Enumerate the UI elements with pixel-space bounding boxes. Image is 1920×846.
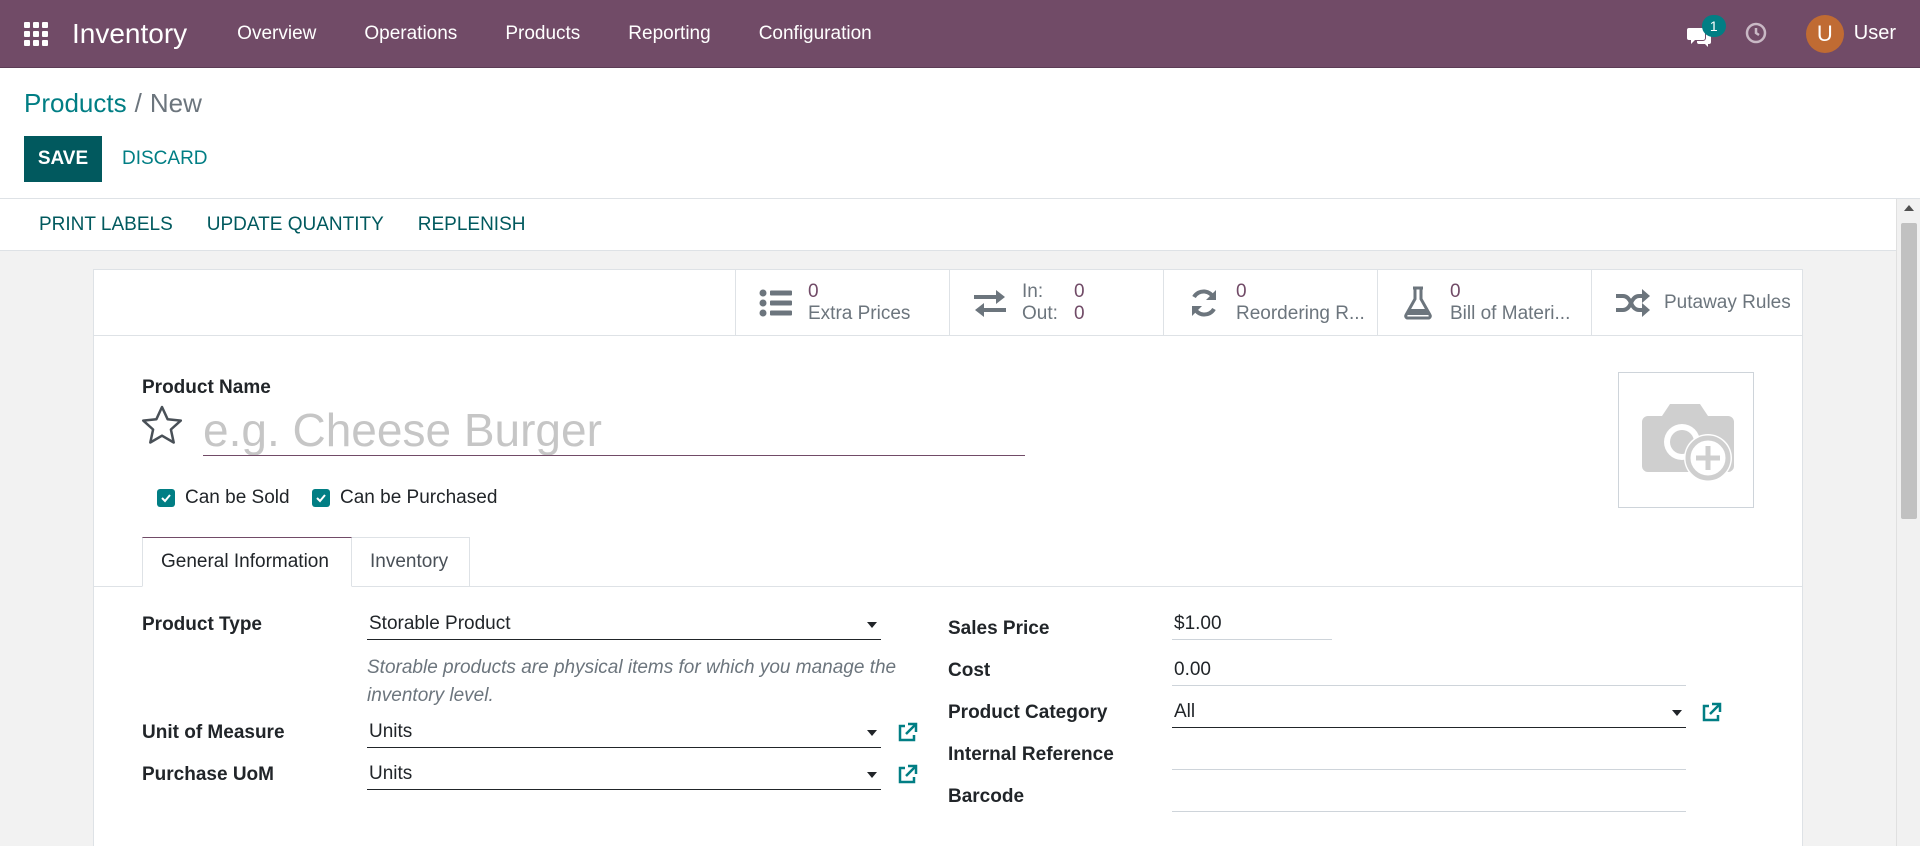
scrollbar-thumb[interactable] (1901, 223, 1917, 519)
breadcrumb-products-link[interactable]: Products (24, 88, 127, 118)
can-be-purchased-checkbox-row[interactable]: Can be Purchased (312, 487, 497, 509)
can-be-purchased-checkbox[interactable] (312, 489, 330, 507)
discard-button[interactable]: DISCARD (122, 136, 208, 182)
breadcrumb: Products / New (24, 88, 202, 119)
control-panel: Products / New SAVE DISCARD (0, 68, 1920, 199)
breadcrumb-current: New (149, 88, 202, 118)
putaway-label: Putaway Rules (1664, 291, 1791, 313)
camera-plus-icon (1642, 404, 1734, 482)
bom-count: 0 (1450, 280, 1461, 302)
internal-reference-input[interactable] (1172, 740, 1686, 770)
product-name-label: Product Name (142, 377, 271, 398)
barcode-label: Barcode (948, 786, 1025, 807)
check-icon (316, 494, 326, 503)
sales-price-label: Sales Price (948, 618, 1050, 639)
internal-reference-label: Internal Reference (948, 744, 1114, 765)
can-be-sold-label: Can be Sold (185, 487, 290, 508)
reordering-rules-smart-button[interactable]: 0 Reordering R... (1163, 270, 1377, 335)
chat-count-badge: 1 (1701, 14, 1726, 37)
extra-prices-label: Extra Prices (808, 302, 911, 324)
user-avatar[interactable]: U (1805, 14, 1844, 53)
menu-configuration[interactable]: Configuration (735, 23, 896, 45)
out-label: Out: (1022, 302, 1058, 324)
activity-button[interactable] (1744, 21, 1770, 47)
can-be-sold-checkbox-row[interactable]: Can be Sold (157, 487, 290, 509)
extra-prices-count: 0 (808, 280, 819, 302)
form-action-bar: PRINT LABELS UPDATE QUANTITY REPLENISH (0, 199, 1896, 251)
update-quantity-button[interactable]: UPDATE QUANTITY (207, 214, 384, 236)
apps-menu-icon[interactable] (22, 20, 50, 48)
unit-of-measure-select[interactable]: Units (367, 718, 881, 748)
purchase-uom-label: Purchase UoM (142, 764, 274, 785)
in-label: In: (1022, 280, 1044, 302)
print-labels-button[interactable]: PRINT LABELS (39, 214, 173, 236)
refresh-icon (1184, 283, 1224, 323)
sales-price-input[interactable]: $1.00 (1172, 610, 1332, 640)
external-link-icon[interactable] (1700, 702, 1722, 724)
messaging-button[interactable]: 1 (1686, 14, 1726, 49)
chevron-down-icon (867, 622, 877, 628)
product-type-help-text: Storable products are physical items for… (367, 657, 897, 706)
flask-icon (1398, 283, 1438, 323)
menu-reporting[interactable]: Reporting (604, 23, 734, 45)
unit-of-measure-label: Unit of Measure (142, 722, 285, 743)
product-type-label: Product Type (142, 614, 262, 635)
purchase-uom-select[interactable]: Units (367, 760, 881, 790)
tab-inventory[interactable]: Inventory (352, 537, 470, 587)
tab-general-information[interactable]: General Information (142, 537, 352, 587)
can-be-purchased-label: Can be Purchased (340, 487, 498, 508)
check-icon (161, 494, 171, 503)
cost-input[interactable]: 0.00 (1172, 656, 1686, 686)
reordering-label: Reordering R... (1236, 302, 1365, 324)
can-be-sold-checkbox[interactable] (157, 489, 175, 507)
chevron-down-icon (867, 730, 877, 736)
breadcrumb-separator: / (134, 88, 142, 118)
chevron-down-icon (867, 772, 877, 778)
bill-of-materials-smart-button[interactable]: 0 Bill of Materi... (1377, 270, 1591, 335)
random-icon (1612, 283, 1652, 323)
external-link-icon[interactable] (896, 764, 918, 786)
product-image-upload[interactable] (1618, 372, 1754, 508)
bom-label: Bill of Materi... (1450, 302, 1571, 324)
barcode-input[interactable] (1172, 782, 1686, 812)
unit-of-measure-value: Units (369, 721, 413, 742)
top-navbar: Inventory Overview Operations Products R… (0, 0, 1920, 68)
purchase-uom-value: Units (369, 763, 413, 784)
menu-products[interactable]: Products (481, 23, 604, 45)
out-count: 0 (1074, 302, 1085, 324)
user-name[interactable]: User (1854, 22, 1896, 45)
in-count: 0 (1074, 280, 1085, 302)
menu-overview[interactable]: Overview (213, 23, 340, 45)
chevron-down-icon (1672, 710, 1682, 716)
reordering-count: 0 (1236, 280, 1247, 302)
page-scrollbar[interactable] (1896, 199, 1920, 846)
menu-operations[interactable]: Operations (340, 23, 481, 45)
scroll-up-arrow-icon[interactable] (1904, 205, 1914, 211)
star-icon[interactable] (140, 404, 184, 448)
extra-prices-smart-button[interactable]: 0 Extra Prices (735, 270, 949, 335)
putaway-rules-smart-button[interactable]: Putaway Rules (1591, 270, 1805, 335)
exchange-icon (970, 283, 1010, 323)
product-category-select[interactable]: All (1172, 698, 1686, 728)
product-category-value: All (1174, 701, 1196, 722)
product-name-input[interactable] (203, 404, 1025, 456)
product-type-select[interactable]: Storable Product (367, 610, 881, 640)
replenish-button[interactable]: REPLENISH (418, 214, 526, 236)
external-link-icon[interactable] (896, 722, 918, 744)
product-type-value: Storable Product (369, 613, 511, 634)
product-category-label: Product Category (948, 702, 1108, 723)
smart-buttons-row: 0 Extra Prices In: 0 Out: 0 0 Reordering… (94, 270, 1802, 336)
clock-icon (1745, 22, 1767, 43)
cost-label: Cost (948, 660, 991, 681)
save-button[interactable]: SAVE (24, 136, 102, 182)
in-out-smart-button[interactable]: In: 0 Out: 0 (949, 270, 1163, 335)
form-sheet: 0 Extra Prices In: 0 Out: 0 0 Reordering… (93, 269, 1803, 846)
list-icon (756, 283, 796, 323)
form-tabs: General Information Inventory (94, 537, 1802, 587)
app-title[interactable]: Inventory (72, 18, 187, 50)
